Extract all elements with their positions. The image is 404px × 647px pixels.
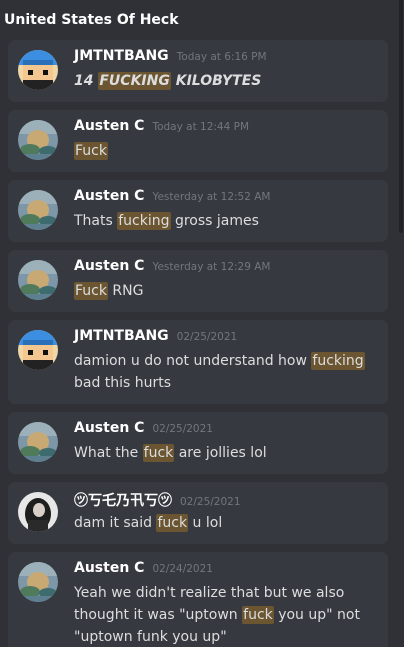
avatar[interactable] [18, 422, 58, 462]
search-highlight: Fuck [74, 142, 108, 160]
search-highlight: fuck [242, 606, 274, 624]
scrollbar-thumb[interactable] [399, 0, 403, 233]
message-timestamp: Today at 6:16 PM [176, 51, 267, 63]
message-text: dam it said [74, 515, 157, 531]
author-name[interactable]: JMTNTBANG [74, 328, 169, 344]
author-name[interactable]: Austen C [74, 258, 144, 274]
message-content: Fuck [74, 140, 380, 162]
message-content: Yeah we didn't realize that but we also … [74, 582, 380, 647]
avatar[interactable] [18, 120, 58, 160]
avatar[interactable] [18, 492, 58, 532]
message-content: Thats fucking gross james [74, 210, 380, 232]
search-result-message[interactable]: Austen C 02/25/2021 What the fuck are joll… [8, 412, 388, 474]
search-highlight: fuck [142, 444, 175, 462]
author-name[interactable]: Austen C [74, 118, 144, 134]
search-result-message[interactable]: JMTNTBANG 02/25/2021 damion u do not under… [8, 320, 388, 404]
avatar[interactable] [18, 330, 58, 370]
message-text: bad this hurts [74, 375, 172, 391]
search-result-message[interactable]: Austen C Yesterday at 12:52 AM Thats fucki… [8, 180, 388, 242]
message-timestamp: Yesterday at 12:29 AM [152, 261, 271, 273]
message-text: KILOBYTES [170, 73, 262, 89]
search-highlight: Fuck [74, 282, 108, 300]
message-content: What the fuck are jollies lol [74, 442, 380, 464]
avatar[interactable] [18, 260, 58, 300]
message-text: Thats [74, 213, 118, 229]
message-text: damion u do not understand how [74, 353, 312, 369]
search-result-message[interactable]: Austen C Yesterday at 12:29 AM Fuck RNG [8, 250, 388, 312]
message-content: Fuck RNG [74, 280, 380, 302]
message-content: damion u do not understand how fucking b… [74, 350, 380, 394]
search-highlight: fuck [156, 514, 189, 532]
author-name[interactable]: Austen C [74, 420, 144, 436]
search-highlight: fucking [117, 212, 171, 230]
search-result-message[interactable]: JMTNTBANG Today at 6:16 PM 14 FUCKING KILO… [8, 40, 388, 102]
message-timestamp: 02/25/2021 [152, 423, 213, 435]
avatar[interactable] [18, 190, 58, 230]
search-highlight: fucking [311, 352, 365, 370]
search-results: JMTNTBANG Today at 6:16 PM 14 FUCKING KILO… [0, 40, 404, 647]
message-text: 14 [74, 73, 99, 89]
message-timestamp: 02/25/2021 [180, 496, 241, 508]
avatar[interactable] [18, 50, 58, 90]
search-result-message[interactable]: Austen C Today at 12:44 PM Fuck [8, 110, 388, 172]
avatar[interactable] [18, 562, 58, 602]
message-content: 14 FUCKING KILOBYTES [74, 70, 380, 92]
author-name[interactable]: Austen C [74, 560, 144, 576]
channel-title: United States Of Heck [4, 12, 179, 28]
author-name[interactable]: JMTNTBANG [74, 48, 169, 64]
message-text: RNG [107, 283, 144, 299]
message-text: u lol [188, 515, 223, 531]
message-text: What the [74, 445, 143, 461]
message-timestamp: Today at 12:44 PM [152, 121, 250, 133]
author-name[interactable]: Austen C [74, 188, 144, 204]
search-result-message[interactable]: Austen C 02/24/2021 Yeah we didn't realize… [8, 552, 388, 647]
search-highlight: FUCKING [98, 72, 171, 90]
message-text: are jollies lol [174, 445, 267, 461]
message-timestamp: 02/25/2021 [176, 331, 238, 343]
message-timestamp: 02/24/2021 [152, 563, 213, 575]
author-name[interactable]: ㋡丂乇乃卂丂㋡ [74, 490, 172, 510]
search-result-message[interactable]: ㋡丂乇乃卂丂㋡ 02/25/2021 dam it said fuck u lol [8, 482, 388, 544]
message-text: gross james [170, 213, 259, 229]
message-timestamp: Yesterday at 12:52 AM [152, 191, 271, 203]
message-content: dam it said fuck u lol [74, 512, 380, 534]
scrollbar-track[interactable] [398, 0, 404, 647]
